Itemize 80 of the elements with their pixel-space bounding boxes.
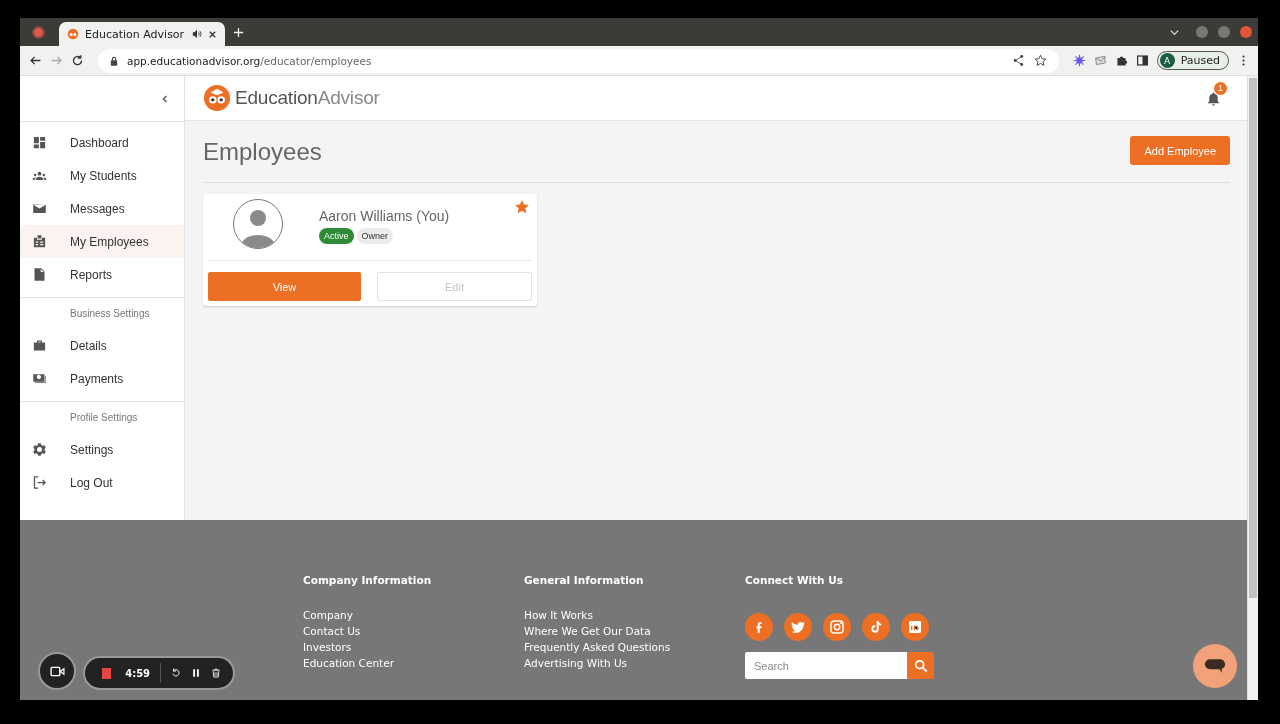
notification-count: 1 xyxy=(1214,81,1227,95)
footer-link[interactable]: Frequently Asked Questions xyxy=(524,639,671,655)
bell-icon[interactable] xyxy=(1206,90,1221,106)
speech-bubble-icon xyxy=(1204,657,1226,675)
star-outline-icon[interactable] xyxy=(1033,54,1047,67)
stop-button[interactable] xyxy=(102,667,112,679)
instagram-icon[interactable] xyxy=(823,613,851,641)
star-icon[interactable] xyxy=(515,200,529,214)
recording-timer: 4:59 xyxy=(125,667,151,679)
section-heading: Business Settings xyxy=(69,307,151,321)
nav-item[interactable]: Settings xyxy=(20,433,184,466)
logo-wordmark[interactable]: EducationAdvisor xyxy=(235,87,380,109)
profile-button[interactable]: A Paused xyxy=(1156,51,1229,70)
window-close-button[interactable] xyxy=(1240,26,1252,38)
briefcase-icon xyxy=(32,338,47,353)
nav-item[interactable]: Reports xyxy=(20,258,184,291)
new-tab-icon[interactable] xyxy=(233,26,244,38)
footer-link[interactable]: Where We Get Our Data xyxy=(524,623,651,639)
nav-item[interactable]: Log Out xyxy=(20,466,184,499)
collapse-chevron-icon[interactable] xyxy=(160,93,170,104)
profile-avatar: A xyxy=(1159,53,1175,68)
record-dot-icon xyxy=(32,25,45,39)
nav-item[interactable]: My Employees xyxy=(20,225,184,258)
owl-favicon-icon xyxy=(67,28,79,40)
owl-logo-icon xyxy=(203,84,231,112)
url-text: app.educationadvisor.org/educator/employees xyxy=(127,54,372,67)
nav-item[interactable]: My Students xyxy=(20,159,184,192)
page-title: Employees xyxy=(203,137,322,166)
footer-link[interactable]: Contact Us xyxy=(303,623,361,639)
logout-icon xyxy=(32,475,47,490)
dashboard-icon xyxy=(32,135,47,150)
document-icon xyxy=(32,267,47,282)
sunburst-extension-icon[interactable] xyxy=(1072,54,1086,67)
settings-icon xyxy=(32,442,47,457)
section-heading: Profile Settings xyxy=(69,411,139,425)
maximize-button[interactable] xyxy=(1218,26,1230,38)
footer-link[interactable]: Investors xyxy=(303,639,352,655)
status-tag: Active xyxy=(319,228,354,244)
envelope-extension-icon[interactable] xyxy=(1093,54,1107,67)
avatar-silhouette-icon xyxy=(233,199,283,249)
video-camera-icon xyxy=(49,665,65,677)
restart-icon[interactable] xyxy=(170,667,181,679)
id-badge-icon xyxy=(32,234,47,249)
lock-icon xyxy=(110,55,118,66)
footer-link[interactable]: Company xyxy=(303,607,353,623)
side-panel-icon[interactable] xyxy=(1135,54,1149,67)
money-icon xyxy=(32,371,47,386)
browser-tab[interactable]: Education Advisor xyxy=(59,22,225,46)
minimize-button[interactable] xyxy=(1196,26,1208,38)
employee-name: Aaron Williams (You) xyxy=(319,208,450,224)
reload-icon[interactable] xyxy=(71,54,84,67)
footer-link[interactable]: How It Works xyxy=(524,607,593,623)
scrollbar[interactable] xyxy=(1247,76,1258,700)
trash-icon[interactable] xyxy=(210,667,221,679)
role-tag: Owner xyxy=(356,228,394,244)
nav-item[interactable]: Dashboard xyxy=(20,126,184,159)
nav-item[interactable]: Details xyxy=(20,329,184,362)
search-field[interactable]: Search xyxy=(745,652,907,679)
puzzle-icon[interactable] xyxy=(1114,54,1128,67)
nav-item[interactable]: Messages xyxy=(20,192,184,225)
twitter-icon[interactable] xyxy=(784,613,812,641)
close-icon[interactable] xyxy=(208,29,217,39)
footer-link[interactable]: Education Center xyxy=(303,655,394,671)
linkedin-icon[interactable] xyxy=(901,613,929,641)
nav-item[interactable]: Payments xyxy=(20,362,184,395)
pause-icon[interactable] xyxy=(190,667,201,679)
share-icon[interactable] xyxy=(1011,54,1025,67)
search-icon xyxy=(913,658,928,673)
footer-heading: General Information xyxy=(524,574,644,586)
footer-heading: Connect With Us xyxy=(745,574,843,586)
envelope-icon xyxy=(32,201,47,216)
address-bar[interactable]: app.educationadvisor.org/educator/employees xyxy=(98,48,1059,73)
tab-title: Education Advisor xyxy=(85,27,186,41)
facebook-icon[interactable] xyxy=(745,613,773,641)
tiktok-icon[interactable] xyxy=(862,613,890,641)
back-arrow-icon[interactable] xyxy=(29,54,42,67)
footer-link[interactable]: Advertising With Us xyxy=(524,655,628,671)
speaker-icon xyxy=(192,29,202,39)
search-button[interactable] xyxy=(907,652,934,679)
footer-heading: Company Information xyxy=(303,574,432,586)
